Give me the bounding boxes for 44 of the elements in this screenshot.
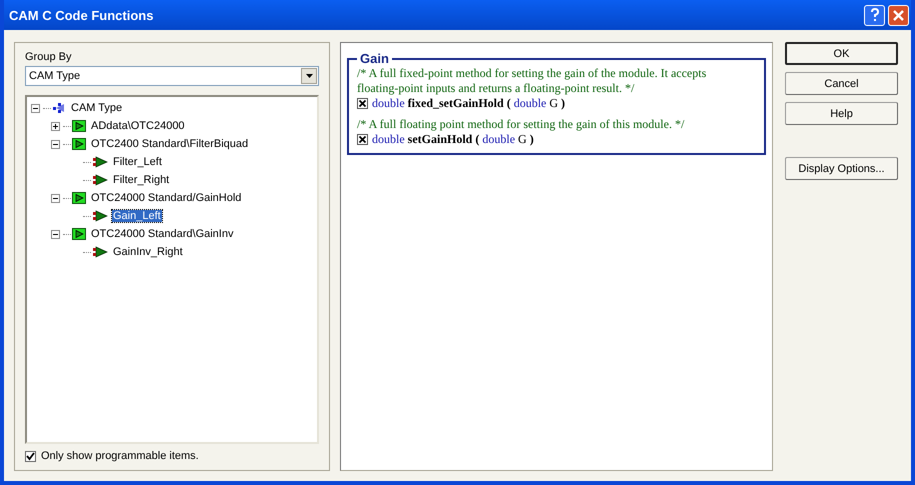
collapse-icon[interactable] bbox=[31, 104, 40, 112]
arrow-icon bbox=[92, 156, 108, 168]
arrow-icon bbox=[92, 210, 108, 222]
tree-item[interactable]: OTC2400 Standard\FilterBiquad bbox=[90, 138, 250, 150]
checkbox-label[interactable]: Only show programmable items. bbox=[41, 450, 199, 462]
collapse-icon[interactable] bbox=[51, 230, 60, 238]
network-icon bbox=[52, 102, 66, 114]
function-signature: double fixed_setGainHold ( double G ) bbox=[372, 96, 566, 111]
code-comment: /* A full floating point method for setting the gain of this module. */ bbox=[357, 117, 686, 132]
group-title: Gain bbox=[359, 51, 390, 66]
tree-item[interactable]: OTC24000 Standard\GainInv bbox=[90, 228, 234, 240]
tree-item[interactable]: Filter_Right bbox=[112, 174, 170, 186]
checkbox[interactable] bbox=[357, 98, 368, 109]
dialog-button[interactable]: Help bbox=[785, 102, 898, 125]
help-button[interactable] bbox=[864, 4, 885, 26]
tree-item[interactable]: ADdata\OTC24000 bbox=[90, 120, 186, 132]
group-by-label: Group By bbox=[25, 51, 72, 63]
block-icon bbox=[72, 228, 86, 240]
checkbox[interactable] bbox=[357, 134, 368, 145]
tree-item[interactable]: Gain_Left bbox=[112, 210, 162, 222]
function-signature: double setGainHold ( double G ) bbox=[372, 132, 534, 147]
tree-item[interactable]: Filter_Left bbox=[112, 156, 163, 168]
help-icon bbox=[870, 8, 880, 22]
collapse-icon[interactable] bbox=[51, 140, 60, 148]
window-title: CAM C Code Functions bbox=[9, 8, 154, 22]
checkbox[interactable] bbox=[25, 450, 36, 462]
dialog-button[interactable]: OK bbox=[785, 42, 898, 65]
group-by-dropdown[interactable]: CAM Type bbox=[25, 66, 319, 86]
block-icon bbox=[72, 192, 86, 204]
block-icon bbox=[72, 120, 86, 132]
code-comment: /* A full fixed-point method for setting the gain of the module. It accepts floating-point inputs and returns a floating-point result. */ bbox=[357, 66, 708, 96]
block-icon bbox=[72, 138, 86, 150]
arrow-icon bbox=[92, 174, 108, 186]
arrow-icon bbox=[92, 246, 108, 258]
expand-icon[interactable] bbox=[51, 122, 60, 130]
tree-item[interactable]: CAM Type bbox=[70, 102, 124, 114]
dialog-button[interactable]: Cancel bbox=[785, 72, 898, 95]
dropdown-arrow-icon[interactable] bbox=[306, 74, 312, 78]
collapse-icon[interactable] bbox=[51, 194, 60, 202]
tree-item[interactable]: GainInv_Right bbox=[112, 246, 184, 258]
close-icon bbox=[893, 10, 904, 20]
dialog-button[interactable]: Display Options... bbox=[785, 157, 898, 180]
close-button[interactable] bbox=[888, 4, 909, 26]
tree-item[interactable]: OTC24000 Standard/GainHold bbox=[90, 192, 242, 204]
